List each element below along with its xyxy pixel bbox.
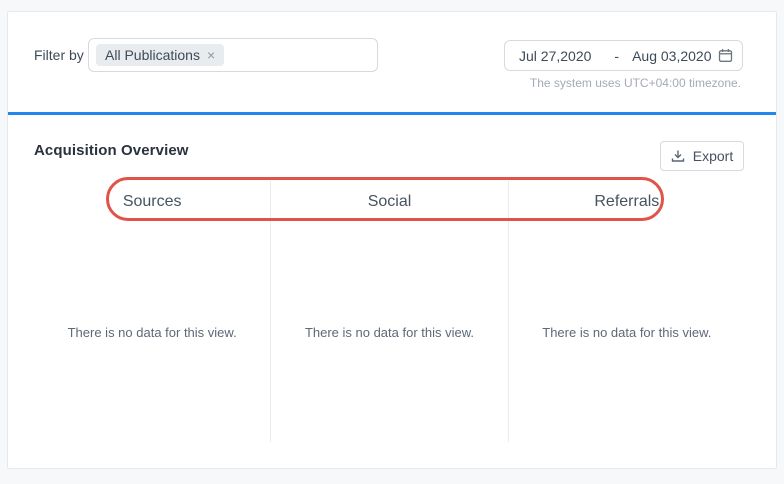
filter-tag-all-publications: All Publications × <box>96 44 224 66</box>
timezone-note: The system uses UTC+04:00 timezone. <box>530 76 741 90</box>
empty-message-sources: There is no data for this view. <box>34 222 270 442</box>
column-header-referrals: Referrals <box>509 181 745 222</box>
publications-filter-input[interactable]: All Publications × <box>88 38 378 72</box>
remove-tag-icon[interactable]: × <box>207 48 215 62</box>
dashboard-card: Filter by All Publications × Jul 27,2020… <box>7 11 777 469</box>
empty-message-social: There is no data for this view. <box>271 222 507 442</box>
section-divider-line <box>8 112 776 115</box>
column-social: Social There is no data for this view. <box>270 181 507 442</box>
acquisition-columns: Sources There is no data for this view. … <box>34 181 745 442</box>
column-referrals: Referrals There is no data for this view… <box>508 181 745 442</box>
export-button[interactable]: Export <box>660 141 744 171</box>
date-range-picker[interactable]: Jul 27,2020 - Aug 03,2020 <box>504 40 743 71</box>
calendar-icon[interactable] <box>718 48 733 63</box>
download-icon <box>671 149 685 163</box>
export-button-label: Export <box>693 148 733 164</box>
column-header-social: Social <box>271 181 507 222</box>
empty-message-referrals: There is no data for this view. <box>509 222 745 442</box>
filter-tag-label: All Publications <box>105 47 200 63</box>
date-range-end[interactable]: Aug 03,2020 <box>632 48 711 64</box>
page-title: Acquisition Overview <box>34 142 189 159</box>
filter-by-label: Filter by <box>34 38 84 72</box>
column-sources: Sources There is no data for this view. <box>34 181 270 442</box>
column-header-sources: Sources <box>34 181 270 222</box>
date-range-separator: - <box>614 48 619 64</box>
date-range-start[interactable]: Jul 27,2020 <box>519 48 591 64</box>
